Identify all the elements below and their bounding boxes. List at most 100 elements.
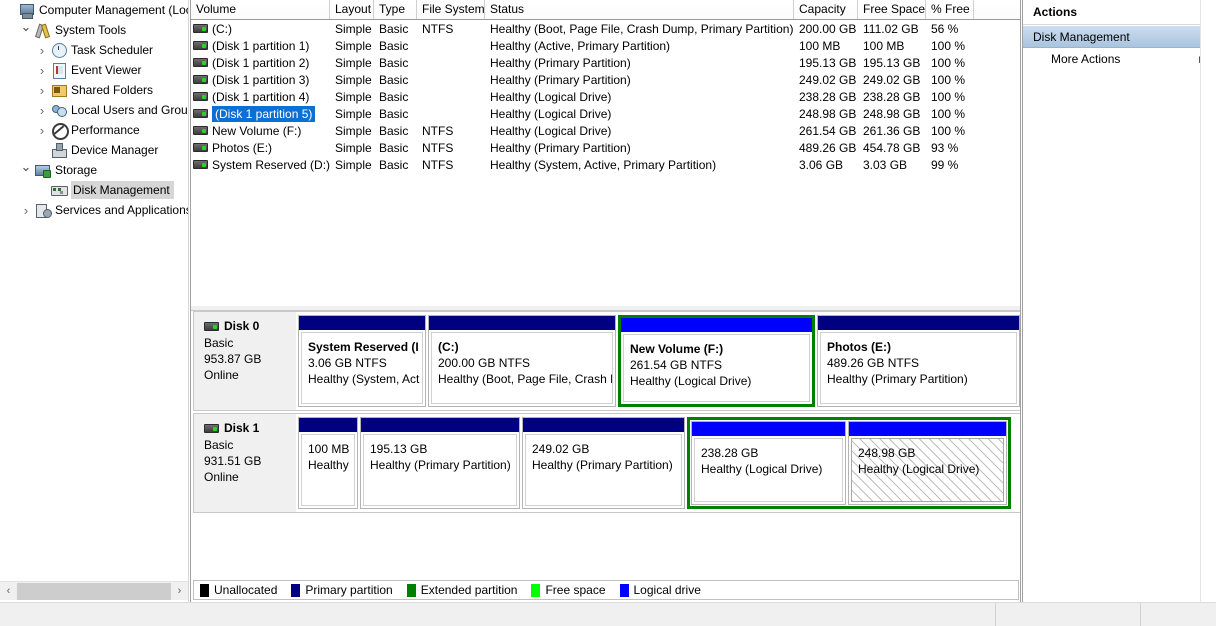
volume-row[interactable]: (Disk 1 partition 2) Simple Basic Healthy (… [191,54,1020,71]
volume-name-label: (Disk 1 partition 3) [212,72,310,87]
drive-icon [193,126,208,135]
volume-row[interactable]: (Disk 1 partition 1) Simple Basic Healthy (… [191,37,1020,54]
partition-box[interactable]: Photos (E:) 489.26 GB NTFS Healthy (Primar… [817,315,1020,407]
column-header-volume[interactable]: Volume [191,0,330,19]
volume-status-cell: Healthy (Primary Partition) [490,55,631,70]
partition-details: 248.98 GB Healthy (Logical Drive) [851,438,1004,502]
expand-arrow-icon[interactable] [34,82,50,98]
volume-pct-cell: 100 % [931,123,966,138]
column-header-status[interactable]: Status [485,0,794,19]
volume-row[interactable]: New Volume (F:) Simple Basic NTFS Healthy (L… [191,122,1020,139]
tree-item-event-viewer[interactable]: Event Viewer [0,60,188,80]
partition-size: 261.54 GB NTFS [630,358,723,372]
volume-type-cell: Basic [379,157,409,172]
legend-swatch [531,583,541,597]
status-bar [0,602,1216,626]
legend-swatch [619,583,629,597]
console-tree-panel: Computer Management (Local System Tools Ta… [0,0,189,602]
tree-item-label: Services and Applications [55,203,189,217]
volume-pct-cell: 100 % [931,72,966,87]
actions-group-disk-management[interactable]: Disk Management ▲ [1023,25,1216,48]
column-header-free-space[interactable]: Free Space [858,0,926,19]
column-header-file-system[interactable]: File System [417,0,485,19]
legend-item: Free space [531,583,606,597]
volume-capacity-cell: 238.28 GB [799,89,857,104]
action-item-more-actions[interactable]: More Actions▶ [1023,48,1216,70]
partition-box[interactable]: (C:) 200.00 GB NTFS Healthy (Boot, Page Fi… [428,315,616,407]
expand-arrow-icon[interactable] [34,42,50,58]
tree-item-computer-management-local[interactable]: Computer Management (Local [0,0,188,20]
volume-name-cell: (C:) [191,21,330,37]
expand-arrow-icon[interactable] [34,102,50,118]
column-header-type[interactable]: Type [374,0,417,19]
column-header--free[interactable]: % Free [926,0,974,19]
partition-status: Healthy (Boot, Page File, Crash Du [438,372,613,386]
tree-item-local-users-and-groups[interactable]: Local Users and Groups [0,100,188,120]
collapse-arrow-icon[interactable] [18,22,34,38]
volume-status-cell: Healthy (Boot, Page File, Crash Dump, Pr… [490,21,794,36]
volume-row[interactable]: System Reserved (D:) Simple Basic NTFS Healt… [191,156,1020,173]
partition-label: Photos (E:) [827,340,891,354]
volume-layout-cell: Simple [335,55,372,70]
tree-horizontal-scrollbar[interactable]: ‹ › [0,581,188,600]
volume-status-cell: Healthy (Logical Drive) [490,106,612,121]
volume-name-cell: (Disk 1 partition 4) [191,89,330,105]
volume-row[interactable]: (Disk 1 partition 5) Simple Basic Healthy (… [191,105,1020,122]
legend-swatch [406,583,416,597]
partition-details: System Reserved (I 3.06 GB NTFS Healthy (S… [301,332,423,404]
volume-type-cell: Basic [379,21,409,36]
drive-icon [193,41,208,50]
tools-icon [34,22,52,38]
partition-box[interactable]: 195.13 GB Healthy (Primary Partition) [360,417,520,509]
partition-status: Healthy (Primary Partition) [532,458,673,472]
volume-name-cell: (Disk 1 partition 3) [191,72,330,88]
partition-details: 195.13 GB Healthy (Primary Partition) [363,434,517,506]
disk-name-label: Disk 0 [224,319,260,333]
services-icon [34,202,52,218]
tree-item-shared-folders[interactable]: Shared Folders [0,80,188,100]
column-header-spacer[interactable] [974,0,1020,19]
volume-capacity-cell: 249.02 GB [799,72,857,87]
expand-arrow-icon[interactable] [34,62,50,78]
column-header-capacity[interactable]: Capacity [794,0,858,19]
partition-container: (C:) 200.00 GB NTFS Healthy (Boot, Page Fi… [428,315,618,407]
collapse-arrow-icon[interactable] [18,162,34,178]
tree-item-performance[interactable]: Performance [0,120,188,140]
scroll-left-arrow-icon[interactable]: ‹ [0,583,17,600]
scrollbar-thumb[interactable] [17,582,171,600]
scroll-right-arrow-icon[interactable]: › [171,583,188,600]
partition-details: 238.28 GB Healthy (Logical Drive) [694,438,843,502]
drive-icon [193,92,208,101]
volume-row[interactable]: (Disk 1 partition 4) Simple Basic Healthy (… [191,88,1020,105]
partition-box[interactable]: 249.02 GB Healthy (Primary Partition) [522,417,685,509]
partition-box[interactable]: 100 MB Healthy [298,417,358,509]
tree-item-storage[interactable]: Storage [0,160,188,180]
expand-arrow-icon[interactable] [18,202,34,218]
expand-arrow-icon[interactable] [34,122,50,138]
volume-name-cell: (Disk 1 partition 2) [191,55,330,71]
tree-item-system-tools[interactable]: System Tools [0,20,188,40]
partition-box[interactable]: System Reserved (I 3.06 GB NTFS Healthy (S… [298,315,426,407]
partition-box[interactable]: 238.28 GB Healthy (Logical Drive) [691,421,846,505]
volume-row[interactable]: (Disk 1 partition 3) Simple Basic Healthy (… [191,71,1020,88]
partition-status: Healthy (Logical Drive) [630,374,752,388]
tree-item-device-manager[interactable]: Device Manager [0,140,188,160]
partition-box[interactable]: New Volume (F:) 261.54 GB NTFS Healthy (Lo… [618,315,815,407]
partition-legend: Unallocated Primary partition Extended par… [193,580,1019,600]
status-segment-1 [0,603,996,626]
volume-row[interactable]: (C:) Simple Basic NTFS Healthy (Boot, Page F… [191,20,1020,37]
tree-item-disk-management[interactable]: Disk Management [0,180,188,200]
tree-item-services-and-applications[interactable]: Services and Applications [0,200,188,220]
disk-info-panel[interactable]: Disk 0 Basic 953.87 GB Online [193,311,298,411]
partition-details: 249.02 GB Healthy (Primary Partition) [525,434,682,506]
volume-free-cell: 3.03 GB [863,157,908,172]
legend-item: Logical drive [619,583,701,597]
volume-name-cell: New Volume (F:) [191,123,330,139]
partition-box[interactable]: 248.98 GB Healthy (Logical Drive) [848,421,1007,505]
tree-item-task-scheduler[interactable]: Task Scheduler [0,40,188,60]
disk-info-panel[interactable]: Disk 1 Basic 931.51 GB Online [193,413,298,513]
actions-scrollbar[interactable] [1200,0,1216,602]
volume-pct-cell: 93 % [931,140,959,155]
volume-row[interactable]: Photos (E:) Simple Basic NTFS Healthy (Prima… [191,139,1020,156]
column-header-layout[interactable]: Layout [330,0,374,19]
